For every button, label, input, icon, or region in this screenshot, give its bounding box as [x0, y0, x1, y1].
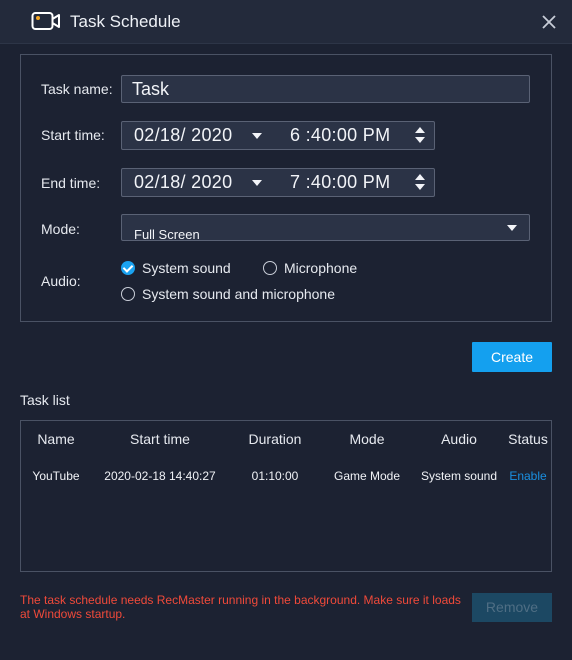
warning-message: The task schedule needs RecMaster runnin… [20, 593, 461, 621]
start-date-dropdown-icon[interactable] [252, 133, 262, 139]
end-date-dropdown-icon[interactable] [252, 180, 262, 186]
audio-option-label: System sound and microphone [142, 286, 335, 302]
audio-option-label: Microphone [284, 260, 358, 276]
close-icon[interactable] [540, 13, 558, 31]
column-header-name: Name [37, 431, 75, 447]
row-start-time: 2020-02-18 14:40:27 [104, 469, 216, 483]
column-header-audio: Audio [441, 431, 477, 447]
start-date-value[interactable]: 02/18/ 2020 [134, 125, 232, 146]
start-time-label: Start time: [41, 127, 105, 143]
row-mode: Game Mode [333, 469, 401, 483]
start-time-spinner[interactable] [415, 127, 425, 145]
task-name-label: Task name: [41, 81, 113, 97]
radio-unchecked-icon[interactable] [263, 261, 277, 275]
audio-option-label: System sound [142, 260, 231, 276]
row-duration: 01:10:00 [251, 469, 299, 483]
radio-checked-icon[interactable] [121, 261, 135, 275]
audio-label: Audio: [41, 273, 81, 289]
column-header-mode: Mode [349, 431, 385, 447]
end-time-value[interactable]: 7 :40:00 PM [290, 172, 390, 193]
spin-down-icon[interactable] [415, 184, 425, 190]
spin-up-icon[interactable] [415, 174, 425, 180]
end-date-value[interactable]: 02/18/ 2020 [134, 172, 232, 193]
start-time-value[interactable]: 6 :40:00 PM [290, 125, 390, 146]
column-header-duration: Duration [248, 431, 302, 447]
chevron-down-icon[interactable] [507, 225, 517, 231]
mode-select[interactable]: Full Screen [121, 214, 530, 242]
audio-option-microphone[interactable]: Microphone [263, 260, 357, 276]
end-time-spinner[interactable] [415, 174, 425, 192]
create-button[interactable]: Create [472, 342, 552, 372]
column-header-status: Status [508, 431, 548, 447]
mode-label: Mode: [41, 221, 80, 237]
window-title: Task Schedule [70, 12, 181, 31]
radio-unchecked-icon[interactable] [121, 287, 135, 301]
title-bar: Task Schedule [0, 0, 572, 44]
row-audio: System sound [420, 469, 498, 483]
spin-up-icon[interactable] [415, 127, 425, 133]
end-time-label: End time: [41, 175, 101, 191]
task-name-input[interactable]: Task [121, 75, 530, 103]
task-list-heading: Task list [20, 392, 70, 408]
column-header-start-time: Start time [130, 431, 190, 447]
camera-icon [31, 12, 60, 30]
row-name: YouTube [32, 469, 80, 483]
remove-button[interactable]: Remove [472, 593, 552, 622]
audio-option-system-sound[interactable]: System sound [121, 260, 231, 276]
audio-option-system-and-mic[interactable]: System sound and microphone [121, 286, 335, 302]
end-datetime-picker[interactable]: 02/18/ 2020 7 :40:00 PM [121, 168, 435, 197]
row-status-enable-link[interactable]: Enable [506, 469, 550, 483]
mode-select-value: Full Screen [134, 227, 200, 242]
start-datetime-picker[interactable]: 02/18/ 2020 6 :40:00 PM [121, 121, 435, 150]
spin-down-icon[interactable] [415, 137, 425, 143]
